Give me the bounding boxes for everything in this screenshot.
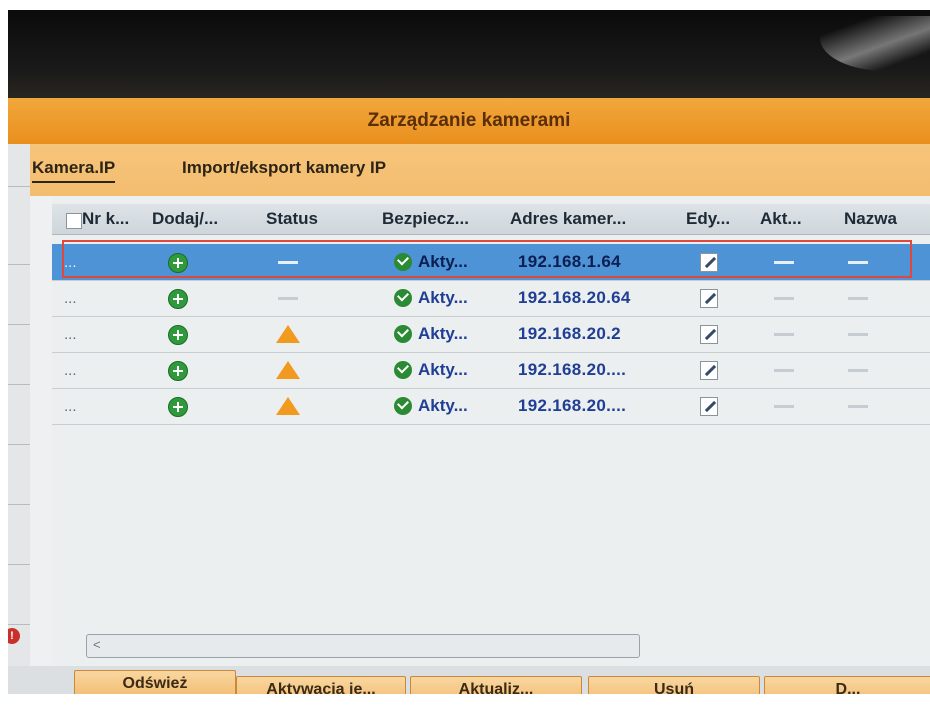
monitor-screen: Zarządzanie kamerami Kamera.IP Import/ek… [8,10,930,694]
update-button[interactable]: Aktualiz... [410,676,582,694]
activate-dash-icon [774,405,794,408]
col-status[interactable]: Status [266,209,318,229]
check-icon [394,289,412,307]
table-row[interactable]: ... Akty... 192.168.20.2 [52,316,930,353]
side-menu [8,144,30,694]
status-dash-icon [278,297,298,300]
row-number: ... [64,362,77,379]
activate-dash-icon [774,369,794,372]
col-add-delete[interactable]: Dodaj/... [152,209,218,229]
camera-ip: 192.168.20.... [518,360,627,379]
next-button[interactable]: D... [764,676,930,694]
scroll-left-arrow[interactable]: < [93,637,101,652]
edit-icon[interactable] [700,361,718,380]
side-menu-divider [8,624,30,625]
edit-icon[interactable] [700,289,718,308]
col-name[interactable]: Nazwa [844,209,897,229]
tab-ip-camera[interactable]: Kamera.IP [32,158,116,183]
side-menu-divider [8,384,30,385]
check-icon [394,397,412,415]
horizontal-scrollbar[interactable]: < [86,634,640,658]
col-number[interactable]: Nr k... [82,209,129,229]
tab-bar: Kamera.IP Import/eksport kamery IP [8,144,930,196]
side-menu-divider [8,186,30,187]
side-menu-divider [8,564,30,565]
activate-dash-icon [774,297,794,300]
col-camera-address[interactable]: Adres kamer... [510,209,626,229]
name-dash-icon [848,405,868,408]
camera-ip: 192.168.20.... [518,396,627,415]
activate-button[interactable]: Aktywacja je... [236,676,406,694]
add-icon[interactable] [168,325,188,345]
name-dash-icon [848,369,868,372]
side-menu-divider [8,324,30,325]
add-icon[interactable] [168,397,188,417]
check-icon [394,361,412,379]
monitor-bezel [8,10,930,98]
select-all-checkbox[interactable] [66,213,82,229]
name-dash-icon [848,297,868,300]
edit-icon[interactable] [700,325,718,344]
security-status: Akty... [418,360,468,379]
warning-icon [276,325,300,343]
col-security[interactable]: Bezpiecz... [382,209,469,229]
side-menu-divider [8,444,30,445]
security-status: Akty... [418,324,468,343]
row-number: ... [64,326,77,343]
row-number: ... [64,290,77,307]
refresh-button[interactable]: Odśwież [74,670,236,694]
delete-button[interactable]: Usuń [588,676,760,694]
add-icon[interactable] [168,289,188,309]
button-bar: Odśwież Aktywacja je... Aktualiz... Usuń… [8,666,930,694]
camera-table: Nr k... Dodaj/... Status Bezpiecz... Adr… [52,196,930,666]
row-number: ... [64,398,77,415]
table-row[interactable]: ... Akty... 192.168.20.... [52,388,930,425]
security-status: Akty... [418,288,468,307]
screen-glare [820,16,930,71]
tab-import-export[interactable]: Import/eksport kamery IP [182,158,386,178]
activate-dash-icon [774,333,794,336]
highlight-frame [62,240,912,278]
security-status: Akty... [418,396,468,415]
add-icon[interactable] [168,361,188,381]
check-icon [394,325,412,343]
warning-icon [276,361,300,379]
camera-ip: 192.168.20.2 [518,324,621,343]
edit-icon[interactable] [700,397,718,416]
camera-ip: 192.168.20.64 [518,288,631,307]
warning-icon [276,397,300,415]
table-row[interactable]: ... Akty... 192.168.20.... [52,352,930,389]
col-activate[interactable]: Akt... [760,209,802,229]
col-edit[interactable]: Edy... [686,209,730,229]
name-dash-icon [848,333,868,336]
side-menu-divider [8,504,30,505]
side-menu-divider [8,264,30,265]
table-row[interactable]: ... Akty... 192.168.20.64 [52,280,930,317]
table-header: Nr k... Dodaj/... Status Bezpiecz... Adr… [52,204,930,235]
window-title: Zarządzanie kamerami [8,98,930,144]
